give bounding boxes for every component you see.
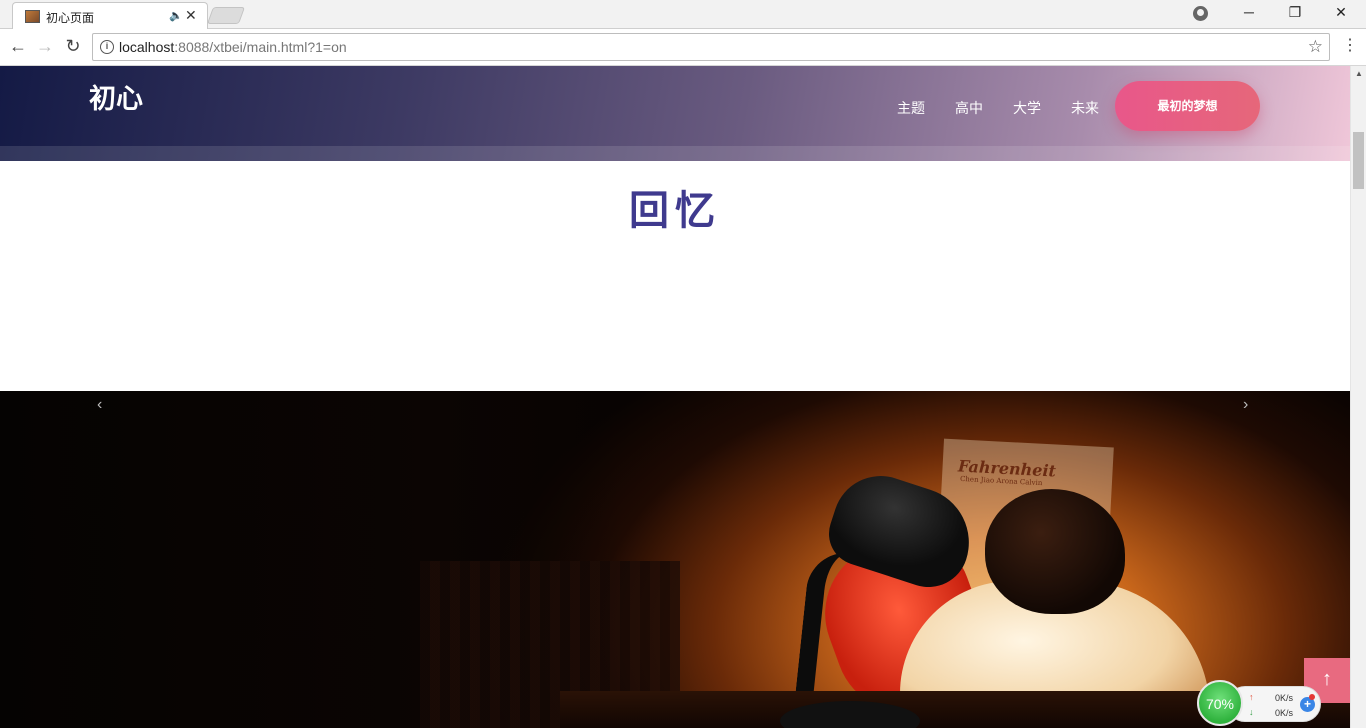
browser-menu-icon[interactable]: ⋮ (1342, 35, 1358, 55)
carousel-prev-icon[interactable]: ‹ (97, 396, 102, 414)
reload-icon[interactable]: ↻ (62, 36, 84, 57)
back-arrow-icon[interactable]: ← (7, 36, 29, 57)
close-window-button[interactable]: ✕ (1318, 4, 1364, 21)
scrollbar-thumb[interactable] (1353, 132, 1364, 189)
forward-arrow-icon[interactable]: → (34, 36, 56, 57)
dream-button[interactable]: 最初的梦想 (1115, 81, 1260, 131)
memory-usage-circle[interactable]: 70% (1197, 680, 1243, 726)
tab-close-icon[interactable]: ✕ (185, 7, 197, 24)
browser-tab[interactable]: 初心页面 🔈 ✕ (12, 2, 208, 29)
new-tab-button[interactable] (206, 7, 246, 24)
download-speed: 0K/s (1275, 708, 1294, 718)
site-logo[interactable]: 初心 (89, 77, 143, 116)
page-viewport: 初心 主题 高中 大学 未来 最初的梦想 回忆 Fahrenheit Chen … (0, 66, 1350, 728)
nav-link-university[interactable]: 大学 (1013, 98, 1041, 118)
site-info-icon[interactable]: i (100, 40, 114, 54)
section-title: 回忆 (629, 187, 721, 234)
address-bar[interactable]: i localhost:8088/xtbei/main.html?1=on ☆ (92, 33, 1330, 61)
minimize-button[interactable]: ─ (1226, 4, 1272, 20)
maximize-button[interactable]: ❐ (1272, 4, 1318, 21)
site-header: 初心 主题 高中 大学 未来 最初的梦想 (0, 66, 1350, 161)
audio-playing-icon[interactable]: 🔈 (169, 9, 183, 22)
header-divider (0, 146, 1350, 161)
upload-speed: 0K/s (1275, 693, 1294, 703)
upload-arrow-icon: ↑ (1249, 692, 1254, 702)
carousel-next-icon[interactable]: › (1243, 396, 1248, 414)
nav-link-theme[interactable]: 主题 (897, 98, 925, 118)
tab-title: 初心页面 (46, 11, 95, 25)
nav-link-highschool[interactable]: 高中 (955, 98, 983, 118)
url-text[interactable]: localhost:8088/xtbei/main.html?1=on (119, 39, 347, 55)
tab-favicon-icon (25, 10, 40, 23)
browser-tab-bar: 初心页面 🔈 ✕ ─ ❐ ✕ (0, 0, 1366, 29)
browser-toolbar: ← → ↻ i localhost:8088/xtbei/main.html?1… (0, 29, 1366, 66)
page-scrollbar[interactable]: ▲ (1350, 66, 1366, 728)
bookmark-star-icon[interactable]: ☆ (1308, 37, 1323, 57)
nav-link-future[interactable]: 未来 (1071, 98, 1099, 118)
hero-carousel: Fahrenheit Chen Jiao Arona Calvin ‹ › (0, 391, 1350, 728)
account-icon[interactable] (1193, 6, 1208, 21)
scroll-up-icon[interactable]: ▲ (1355, 69, 1363, 78)
network-speed-widget[interactable]: 70% ↑ 0K/s ↓ 0K/s + (1197, 680, 1322, 728)
download-arrow-icon: ↓ (1249, 707, 1254, 717)
child-head-image (985, 489, 1125, 614)
notification-dot (1309, 694, 1315, 700)
